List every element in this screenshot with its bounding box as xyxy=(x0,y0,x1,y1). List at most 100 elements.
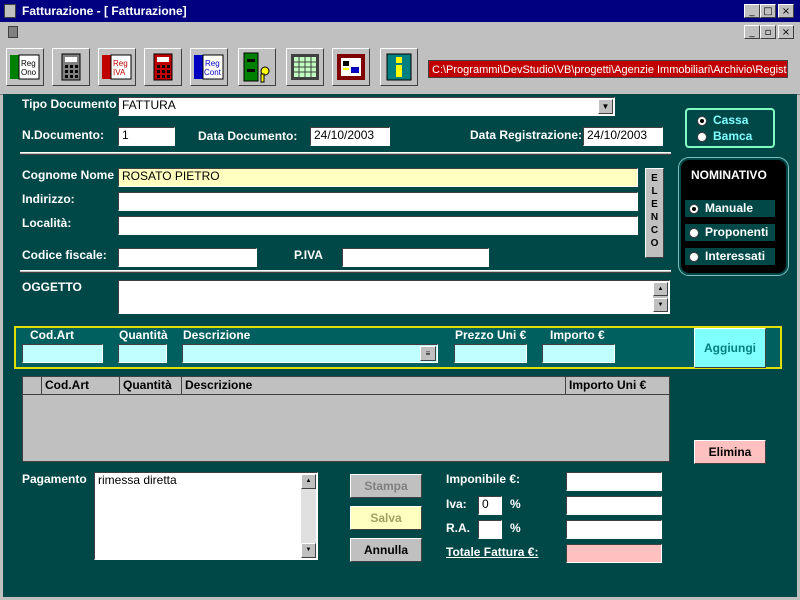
indirizzo-label: Indirizzo: xyxy=(22,192,75,206)
tipo-documento-select[interactable]: FATTURA ▼ xyxy=(118,97,615,116)
nominativo-box: NOMINATIVO Manuale Proponenti Interessat… xyxy=(679,158,788,275)
oggetto-scrollbar[interactable]: ▲ ▼ xyxy=(653,282,668,312)
piva-label: P.IVA xyxy=(294,248,323,262)
child-window-icon[interactable] xyxy=(8,26,18,38)
piva-input[interactable] xyxy=(342,248,489,267)
oggetto-label: OGGETTO xyxy=(22,280,82,294)
reg-cont-button[interactable]: Reg Cont xyxy=(190,48,228,86)
entry-cod-art-label: Cod.Art xyxy=(30,328,74,342)
child-close-button[interactable]: × xyxy=(778,25,794,39)
data-registrazione-input[interactable]: 24/10/2003 xyxy=(583,127,663,146)
calendar-button[interactable] xyxy=(286,48,324,86)
totale-fattura-input[interactable] xyxy=(566,544,662,563)
items-grid[interactable]: Cod.Art Quantità Descrizione Importo Uni… xyxy=(22,376,670,462)
entry-quantita-label: Quantità xyxy=(119,328,168,342)
nominativo-option-interessati[interactable]: Interessati xyxy=(685,248,775,265)
payment-type-box: Cassa Bamca xyxy=(685,108,775,148)
info-icon xyxy=(386,53,412,81)
descrizione-dropdown-icon[interactable]: ≡ xyxy=(420,346,436,361)
nominativo-option-manuale[interactable]: Manuale xyxy=(685,200,775,217)
calculator-red-icon xyxy=(153,53,173,81)
interessati-label: Interessati xyxy=(705,249,766,263)
archive-button[interactable] xyxy=(238,48,276,86)
info-button[interactable] xyxy=(380,48,418,86)
chevron-down-icon[interactable]: ▼ xyxy=(598,99,613,114)
localita-input[interactable] xyxy=(118,216,638,235)
reg-iva-icon: RegIVA xyxy=(102,54,132,80)
svg-text:Reg: Reg xyxy=(21,59,36,68)
nominativo-option-proponenti[interactable]: Proponenti xyxy=(685,224,775,241)
indirizzo-input[interactable] xyxy=(118,192,638,211)
cassa-label: Cassa xyxy=(713,113,749,127)
entry-importo-input[interactable] xyxy=(542,344,615,363)
items-grid-header: Cod.Art Quantità Descrizione Importo Uni… xyxy=(23,377,669,395)
totale-fattura-label: Totale Fattura €: xyxy=(446,545,539,559)
scroll-down-icon[interactable]: ▼ xyxy=(653,298,668,312)
scroll-up-icon[interactable]: ▲ xyxy=(301,474,316,489)
data-registrazione-label: Data Registrazione: xyxy=(470,128,583,142)
ra-percent-input[interactable] xyxy=(478,520,502,539)
scroll-up-icon[interactable]: ▲ xyxy=(653,282,668,296)
imponibile-input[interactable] xyxy=(566,472,662,491)
elenco-button[interactable]: ELENCO xyxy=(645,168,664,258)
close-button[interactable]: × xyxy=(778,4,794,18)
svg-text:IVA: IVA xyxy=(113,68,126,77)
reg-cont-icon: RegCont xyxy=(194,54,224,80)
maximize-button[interactable]: □ xyxy=(760,4,776,18)
nominativo-title: NOMINATIVO xyxy=(691,168,767,182)
entry-prezzo-input[interactable] xyxy=(454,344,527,363)
tipo-documento-label: Tipo Documento xyxy=(22,97,117,111)
stampa-button[interactable]: Stampa xyxy=(350,474,422,498)
calculator-red-button[interactable] xyxy=(144,48,182,86)
child-minimize-button[interactable]: _ xyxy=(744,25,760,39)
archive-key-icon xyxy=(243,52,270,83)
cognome-nome-label: Cognome Nome xyxy=(22,168,115,182)
pagamento-scrollbar[interactable]: ▲ ▼ xyxy=(301,474,316,558)
tipo-documento-value: FATTURA xyxy=(122,98,176,112)
manuale-radio[interactable] xyxy=(689,204,699,214)
annulla-button[interactable]: Annulla xyxy=(350,538,422,562)
divider xyxy=(20,270,671,273)
entry-quantita-input[interactable] xyxy=(118,344,167,363)
child-restore-button[interactable]: ▫ xyxy=(760,25,776,39)
data-documento-input[interactable]: 24/10/2003 xyxy=(310,127,390,146)
report-button[interactable] xyxy=(332,48,370,86)
interessati-radio[interactable] xyxy=(689,252,699,262)
entry-descrizione-label: Descrizione xyxy=(183,328,251,342)
oggetto-textarea[interactable]: ▲ ▼ xyxy=(118,280,670,314)
iva-percent-input[interactable]: 0 xyxy=(478,496,502,515)
codice-fiscale-label: Codice fiscale: xyxy=(22,248,107,262)
iva-amount-input[interactable] xyxy=(566,496,662,515)
calculator-button[interactable] xyxy=(52,48,90,86)
column-separator xyxy=(119,377,120,394)
archive-path-display: C:\Programmi\DevStudio\VB\progetti\Agenz… xyxy=(428,60,788,78)
cassa-radio[interactable] xyxy=(697,116,707,126)
minimize-button[interactable]: _ xyxy=(744,4,760,18)
grid-col-descrizione[interactable]: Descrizione xyxy=(185,378,252,392)
cognome-nome-input[interactable]: ROSATO PIETRO xyxy=(118,168,638,187)
ra-amount-input[interactable] xyxy=(566,520,662,539)
scroll-down-icon[interactable]: ▼ xyxy=(301,543,316,558)
pagamento-textarea[interactable]: rimessa diretta ▲ ▼ xyxy=(94,472,318,560)
proponenti-radio[interactable] xyxy=(689,228,699,238)
grid-col-importo[interactable]: Importo Uni € xyxy=(569,378,646,392)
reg-iva-button[interactable]: Reg IVA xyxy=(98,48,136,86)
calculator-icon xyxy=(61,53,81,81)
mdi-menubar: _ ▫ × xyxy=(0,22,800,42)
elimina-button[interactable]: Elimina xyxy=(694,440,766,464)
entry-cod-art-input[interactable] xyxy=(22,344,103,363)
entry-descrizione-input[interactable]: ≡ xyxy=(182,344,438,363)
reg-ono-button[interactable]: Reg Ono xyxy=(6,48,44,86)
ra-label: R.A. xyxy=(446,521,470,535)
salva-button[interactable]: Salva xyxy=(350,506,422,530)
n-documento-input[interactable]: 1 xyxy=(118,127,175,146)
banca-radio[interactable] xyxy=(697,132,707,142)
iva-percent-sign: % xyxy=(510,497,521,511)
codice-fiscale-input[interactable] xyxy=(118,248,257,267)
reg-ono-icon: RegOno xyxy=(10,54,40,80)
grid-col-quantita[interactable]: Quantità xyxy=(123,378,172,392)
aggiungi-button[interactable]: Aggiungi xyxy=(694,328,766,368)
grid-col-cod-art[interactable]: Cod.Art xyxy=(45,378,89,392)
imponibile-label: Imponibile €: xyxy=(446,472,521,486)
app-icon xyxy=(4,4,16,18)
